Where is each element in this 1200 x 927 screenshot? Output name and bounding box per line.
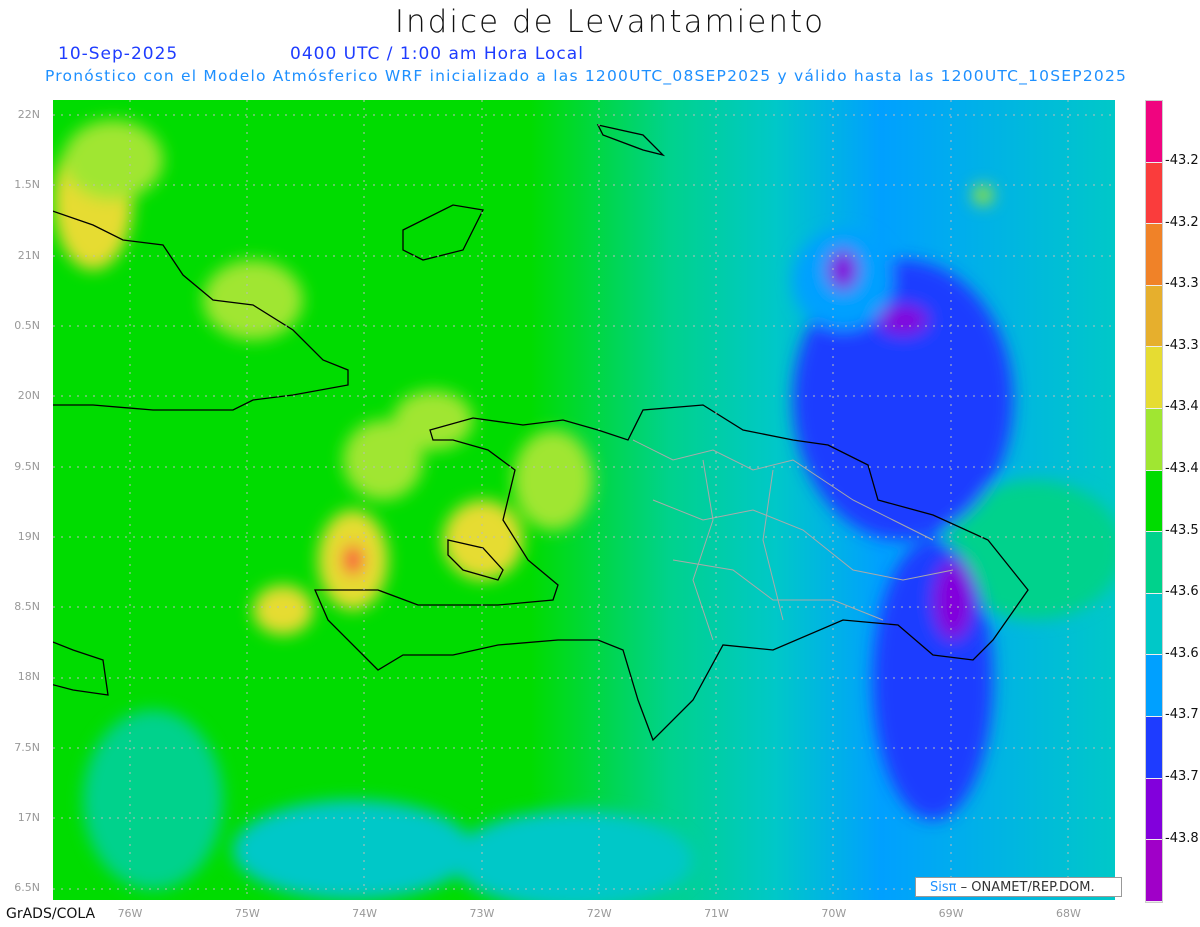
x-axis-label: 72W — [586, 907, 612, 920]
colorbar-label: -43.4 — [1165, 399, 1199, 415]
colorbar-label: -43.2 — [1165, 153, 1199, 168]
y-axis-label: 18N — [17, 670, 40, 684]
colorbar-bin — [1146, 101, 1162, 163]
y-axis-label: 6.5N — [14, 881, 40, 895]
colorbar-bin — [1146, 593, 1162, 656]
map-title: Indice de Levantamiento — [394, 4, 826, 40]
grads-footer: GrADS/COLA — [6, 906, 96, 922]
colorbar-bin — [1146, 347, 1162, 409]
colorbar-bin — [1146, 532, 1162, 594]
y-axis-label: 8.5N — [14, 600, 40, 614]
colorbar-label: -43.4 — [1165, 461, 1199, 476]
y-axis-label: 1.5N — [14, 178, 40, 192]
colorbar-label: -43.5 — [1165, 522, 1199, 538]
colorbar-bin — [1146, 840, 1162, 902]
colorbar-label: -43.6 — [1165, 645, 1199, 661]
colorbar-label: -43.3 — [1165, 337, 1199, 353]
colorbar-label: -43.7 — [1165, 707, 1199, 723]
colorbar-bin — [1146, 655, 1162, 717]
forecast-time: 0400 UTC / 1:00 am Hora Local — [290, 44, 584, 64]
colorbar-bin — [1146, 470, 1162, 533]
y-axis-label: 7.5N — [14, 740, 40, 754]
colorbar-label: -43.8 — [1165, 830, 1199, 846]
y-axis-label: 0.5N — [14, 318, 40, 332]
x-axis-label: 74W — [352, 907, 378, 920]
colorbar-label: -43.6 — [1165, 584, 1199, 600]
lifted-index-map — [53, 100, 1115, 900]
colorbar-label: -43.7 — [1165, 769, 1199, 784]
y-axis-label: 20N — [17, 389, 40, 403]
y-axis-label: 19N — [17, 529, 40, 543]
colorbar-label: -43.3 — [1165, 276, 1199, 292]
colorbar-bin — [1146, 716, 1162, 779]
y-axis-label: 9.5N — [14, 459, 40, 473]
x-axis-label: 69W — [938, 907, 964, 920]
forecast-subtitle: Pronóstico con el Modelo Atmósferico WRF… — [45, 67, 1128, 85]
sispi-logo: Sisπ — [930, 880, 957, 895]
colorbar-bin — [1146, 224, 1162, 286]
x-axis-label: 71W — [704, 907, 729, 920]
y-axis-label: 22N — [17, 108, 40, 121]
credit-box: Sisπ – ONAMET/REP.DOM. — [915, 877, 1122, 897]
y-axis-label: 17N — [17, 811, 40, 824]
x-axis-label: 70W — [821, 907, 847, 920]
credit-text: – ONAMET/REP.DOM. — [956, 880, 1095, 895]
y-axis-label: 21N — [17, 248, 40, 262]
colorbar-label: -43.2 — [1165, 214, 1199, 230]
x-axis-label: 75W — [234, 907, 260, 920]
colorbar — [1145, 100, 1163, 903]
colorbar-bin — [1146, 162, 1162, 225]
x-axis-label: 68W — [1055, 907, 1081, 920]
colorbar-bin — [1146, 285, 1162, 348]
x-axis-label: 73W — [469, 907, 495, 920]
forecast-date: 10-Sep-2025 — [58, 44, 179, 64]
colorbar-bin — [1146, 408, 1162, 471]
colorbar-bin — [1146, 778, 1162, 841]
x-axis-label: 76W — [117, 907, 143, 920]
